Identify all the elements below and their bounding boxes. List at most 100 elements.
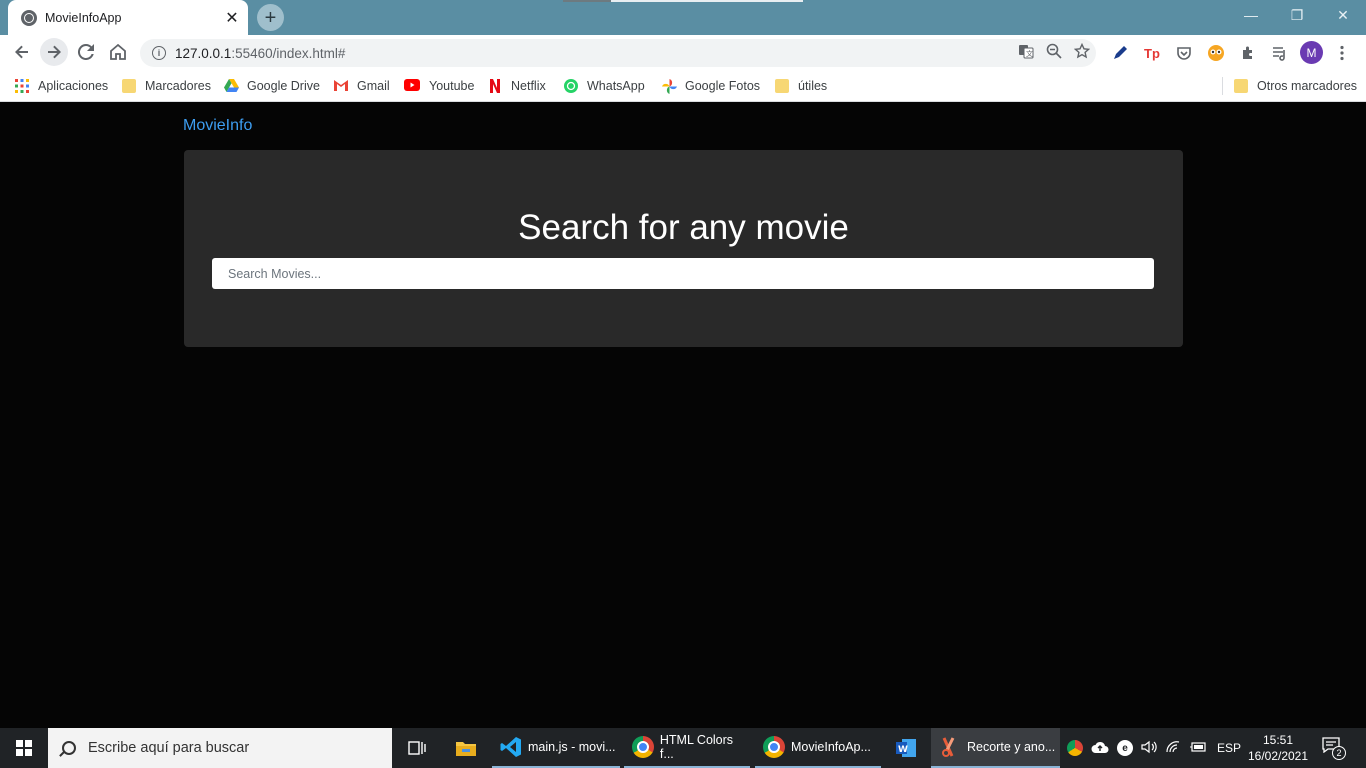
svg-text:W: W: [898, 745, 908, 755]
cloud-upload-icon[interactable]: [1091, 740, 1109, 757]
taskbar-search-box[interactable]: Escribe aquí para buscar: [48, 728, 392, 768]
zoom-icon[interactable]: [1046, 43, 1062, 62]
windows-taskbar: Escribe aquí para buscar main.js - movi.…: [0, 728, 1366, 768]
search-movies-input[interactable]: [212, 258, 1154, 289]
media-queue-icon[interactable]: [1270, 43, 1290, 63]
browser-tab[interactable]: MovieInfoApp ✕: [8, 0, 248, 35]
search-jumbotron: Search for any movie: [184, 150, 1183, 347]
tab-close-icon[interactable]: ✕: [222, 8, 242, 28]
folder-icon: [122, 79, 136, 93]
reload-icon[interactable]: [72, 38, 100, 66]
extensions-puzzle-icon[interactable]: [1238, 43, 1258, 63]
folder-icon: [775, 79, 789, 93]
taskbar-app-chrome-movieinfo[interactable]: MovieInfoAp...: [755, 728, 881, 768]
netflix-icon: [490, 79, 502, 93]
window-drag-strip: [563, 0, 803, 2]
menu-kebab-icon[interactable]: [1332, 43, 1352, 63]
bookmark-utiles[interactable]: útiles: [775, 76, 827, 96]
wifi-icon[interactable]: [1165, 740, 1181, 757]
translate-icon[interactable]: 文: [1018, 43, 1034, 62]
bookmark-whatsapp[interactable]: WhatsApp: [564, 76, 645, 96]
svg-text:文: 文: [1026, 49, 1033, 58]
bookmark-label: WhatsApp: [587, 79, 645, 93]
browser-titlebar: MovieInfoApp ✕ + — ❐ ✕: [0, 0, 1366, 35]
owl-extension-icon[interactable]: [1206, 43, 1226, 63]
new-tab-button[interactable]: +: [257, 4, 284, 31]
taskbar-clock[interactable]: 15:51 16/02/2021: [1240, 732, 1316, 764]
bookmark-label: Google Drive: [247, 79, 320, 93]
bookmark-star-icon[interactable]: [1073, 42, 1091, 62]
tab-title: MovieInfoApp: [45, 10, 122, 25]
volume-icon[interactable]: [1141, 740, 1157, 757]
address-bar-actions: 文: [1018, 42, 1091, 62]
system-tray: e ESP: [1067, 728, 1241, 768]
bookmark-label: Gmail: [357, 79, 390, 93]
word-icon[interactable]: W: [886, 728, 926, 768]
url-path: :55460/index.html#: [231, 45, 346, 61]
gmail-icon: [334, 79, 348, 93]
taskbar-app-label: main.js - movi...: [528, 740, 616, 754]
whatsapp-icon: [564, 79, 578, 93]
task-view-icon[interactable]: [398, 728, 436, 768]
windows-start-button[interactable]: [0, 728, 48, 768]
windows-logo-icon: [16, 740, 32, 756]
bookmark-label: Otros marcadores: [1257, 79, 1358, 93]
bookmark-label: útiles: [798, 79, 828, 93]
bookmark-google-photos[interactable]: Google Fotos: [662, 76, 760, 96]
navbar-brand-link[interactable]: MovieInfo: [183, 117, 252, 135]
youtube-icon: [404, 79, 420, 93]
clock-date: 16/02/2021: [1247, 749, 1309, 763]
language-indicator[interactable]: ESP: [1217, 741, 1241, 755]
bookmark-gmail[interactable]: Gmail: [334, 76, 390, 96]
bookmark-label: Youtube: [429, 79, 475, 93]
globe-icon: [21, 9, 37, 26]
restore-button[interactable]: ❐: [1274, 0, 1320, 30]
search-icon: [62, 741, 76, 755]
pocket-icon[interactable]: [1174, 43, 1194, 63]
taskbar-app-label: MovieInfoAp...: [791, 740, 871, 754]
bookmark-apps[interactable]: Aplicaciones: [15, 76, 108, 96]
bookmark-google-drive[interactable]: Google Drive: [224, 76, 320, 96]
bookmarks-bar: Aplicaciones Marcadores Google Drive Gma…: [0, 70, 1366, 102]
minimize-button[interactable]: —: [1228, 0, 1274, 30]
chrome-tray-icon[interactable]: [1067, 740, 1083, 756]
profile-avatar[interactable]: M: [1300, 41, 1323, 64]
taskbar-app-label: Recorte y ano...: [967, 740, 1056, 754]
taskbar-app-vscode[interactable]: main.js - movi...: [492, 728, 620, 768]
home-icon[interactable]: [104, 38, 132, 66]
close-window-button[interactable]: ✕: [1320, 0, 1366, 30]
file-explorer-icon[interactable]: [446, 728, 486, 768]
google-photos-icon: [662, 79, 677, 94]
taskbar-app-chrome-colors[interactable]: HTML Colors f...: [624, 728, 750, 768]
url-host: 127.0.0.1: [175, 45, 232, 61]
taskbar-app-label: HTML Colors f...: [659, 733, 734, 761]
apps-grid-icon: [15, 79, 29, 93]
clock-time: 15:51: [1262, 733, 1294, 747]
bookmarks-separator: [1222, 77, 1223, 95]
bookmark-otros-marcadores[interactable]: Otros marcadores: [1234, 76, 1357, 96]
back-arrow-icon[interactable]: [8, 38, 36, 66]
folder-icon: [1234, 79, 1248, 93]
notification-center-icon[interactable]: 2: [1322, 737, 1346, 760]
e-circle-tray-icon[interactable]: e: [1117, 740, 1133, 756]
browser-toolbar: i 127.0.0.1:55460/index.html# 文 Tp M: [0, 35, 1366, 70]
google-drive-icon: [224, 79, 239, 93]
bookmark-label: Aplicaciones: [38, 79, 109, 93]
pen-extension-icon[interactable]: [1110, 43, 1130, 63]
page-viewport: MovieInfo Search for any movie: [0, 103, 1366, 728]
chrome-icon: [763, 736, 785, 758]
bookmark-youtube[interactable]: Youtube: [404, 76, 474, 96]
info-icon[interactable]: i: [152, 46, 166, 60]
taskbar-app-snip-sketch[interactable]: Recorte y ano...: [931, 728, 1060, 768]
bookmark-label: Marcadores: [145, 79, 211, 93]
page-heading: Search for any movie: [518, 208, 849, 247]
notification-count-badge: 2: [1332, 746, 1346, 760]
bookmark-netflix[interactable]: Netflix: [490, 76, 546, 96]
bookmark-marcadores[interactable]: Marcadores: [122, 76, 211, 96]
battery-icon[interactable]: [1189, 741, 1207, 756]
address-bar[interactable]: i 127.0.0.1:55460/index.html# 文: [140, 39, 1096, 67]
chrome-icon: [632, 736, 654, 758]
url-text[interactable]: 127.0.0.1:55460/index.html#: [175, 46, 345, 61]
tp-extension-icon[interactable]: Tp: [1142, 43, 1162, 63]
forward-arrow-icon[interactable]: [40, 38, 68, 66]
